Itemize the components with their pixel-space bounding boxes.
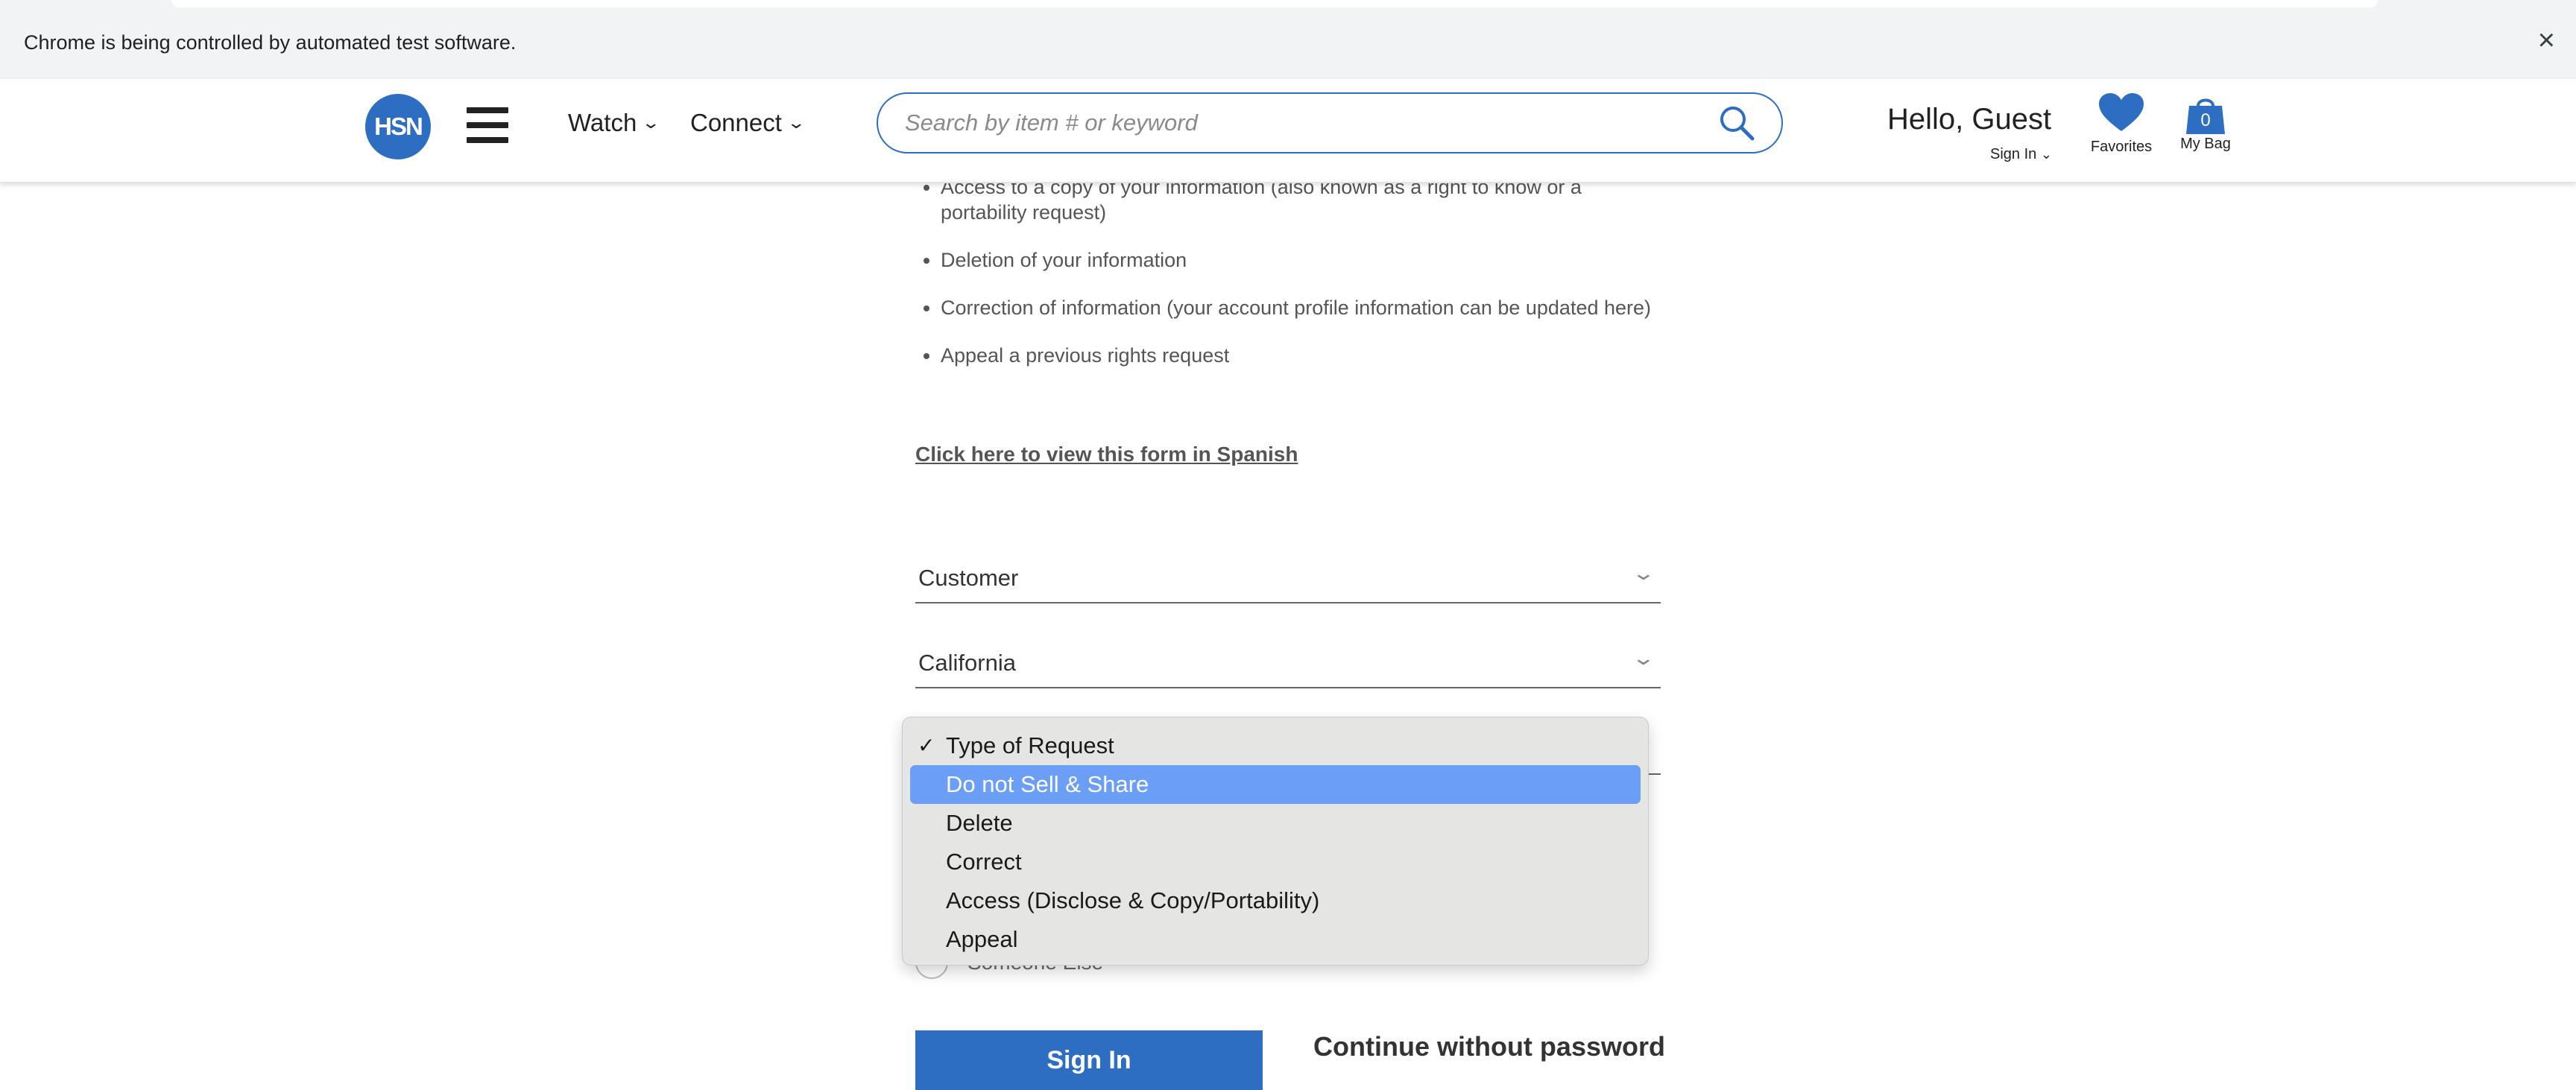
dropdown-option-correct[interactable]: Correct (910, 843, 1641, 881)
option-label: Access (Disclose & Copy/Portability) (946, 887, 1320, 913)
site-header: HSN Watch ⌄ Connect ⌄ Hello, Guest Sign … (0, 79, 2576, 183)
chevron-down-icon: ⌄ (1631, 562, 1656, 584)
sign-in-label: Sign In (1990, 146, 2037, 162)
chevron-down-icon: ⌄ (1631, 647, 1656, 669)
chevron-down-icon: ⌄ (786, 113, 806, 132)
chevron-down-icon: ⌄ (2040, 147, 2052, 162)
rights-list: Access to a copy of your information (al… (918, 174, 1671, 390)
option-label: Correct (946, 849, 1022, 875)
option-label: Do not Sell & Share (946, 771, 1149, 797)
my-bag-link[interactable]: 0 My Bag (2172, 94, 2239, 153)
heart-icon (2099, 93, 2144, 131)
list-item: Correction of information (your account … (941, 295, 1671, 320)
hsn-logo[interactable]: HSN (365, 94, 431, 159)
dropdown-option-access[interactable]: Access (Disclose & Copy/Portability) (910, 881, 1641, 920)
my-bag-label: My Bag (2180, 136, 2231, 152)
sign-in-button[interactable]: Sign In (915, 1030, 1263, 1090)
option-label: Appeal (946, 926, 1018, 952)
list-item: Appeal a previous rights request (941, 343, 1671, 368)
requester-type-value: Customer (918, 565, 1019, 591)
bag-count: 0 (2200, 110, 2211, 130)
spanish-form-link[interactable]: Click here to view this form in Spanish (915, 443, 1298, 466)
nav-connect-label: Connect (690, 109, 782, 136)
option-label: Type of Request (946, 732, 1114, 758)
requester-type-select[interactable]: Customer ⌄ (915, 556, 1661, 603)
favorites-label: Favorites (2090, 139, 2153, 155)
search-icon[interactable] (1717, 104, 1756, 142)
automation-message: Chrome is being controlled by automated … (24, 31, 517, 54)
favorites-link[interactable]: Favorites (2084, 92, 2159, 156)
search-bar (877, 92, 1783, 153)
dropdown-option-type-of-request[interactable]: ✓ Type of Request (910, 726, 1641, 765)
greeting: Hello, Guest (1887, 103, 2052, 136)
nav-connect[interactable]: Connect ⌄ (690, 109, 806, 137)
hamburger-menu-icon[interactable] (467, 107, 508, 143)
option-label: Delete (946, 810, 1013, 836)
bag-icon: 0 (2183, 94, 2228, 136)
continue-without-password-link[interactable]: Continue without password (1313, 1031, 1665, 1062)
sign-in-menu[interactable]: Sign In ⌄ (1990, 146, 2052, 163)
checkmark-icon: ✓ (918, 734, 935, 757)
dropdown-option-appeal[interactable]: Appeal (910, 920, 1641, 959)
request-type-dropdown: ✓ Type of Request Do not Sell & Share De… (902, 717, 1649, 966)
nav-watch-label: Watch (568, 109, 637, 136)
state-value: California (918, 650, 1016, 676)
automation-infobar: Chrome is being controlled by automated … (0, 0, 2576, 79)
list-item: Deletion of your information (941, 247, 1671, 273)
close-icon[interactable]: × (2538, 25, 2555, 55)
tab-strip (171, 0, 2378, 7)
state-select[interactable]: California ⌄ (915, 641, 1661, 688)
chevron-down-icon: ⌄ (641, 113, 661, 132)
dropdown-option-delete[interactable]: Delete (910, 804, 1641, 843)
dropdown-option-do-not-sell[interactable]: Do not Sell & Share (910, 765, 1641, 804)
nav-watch[interactable]: Watch ⌄ (568, 109, 661, 137)
search-input[interactable] (903, 109, 1717, 137)
